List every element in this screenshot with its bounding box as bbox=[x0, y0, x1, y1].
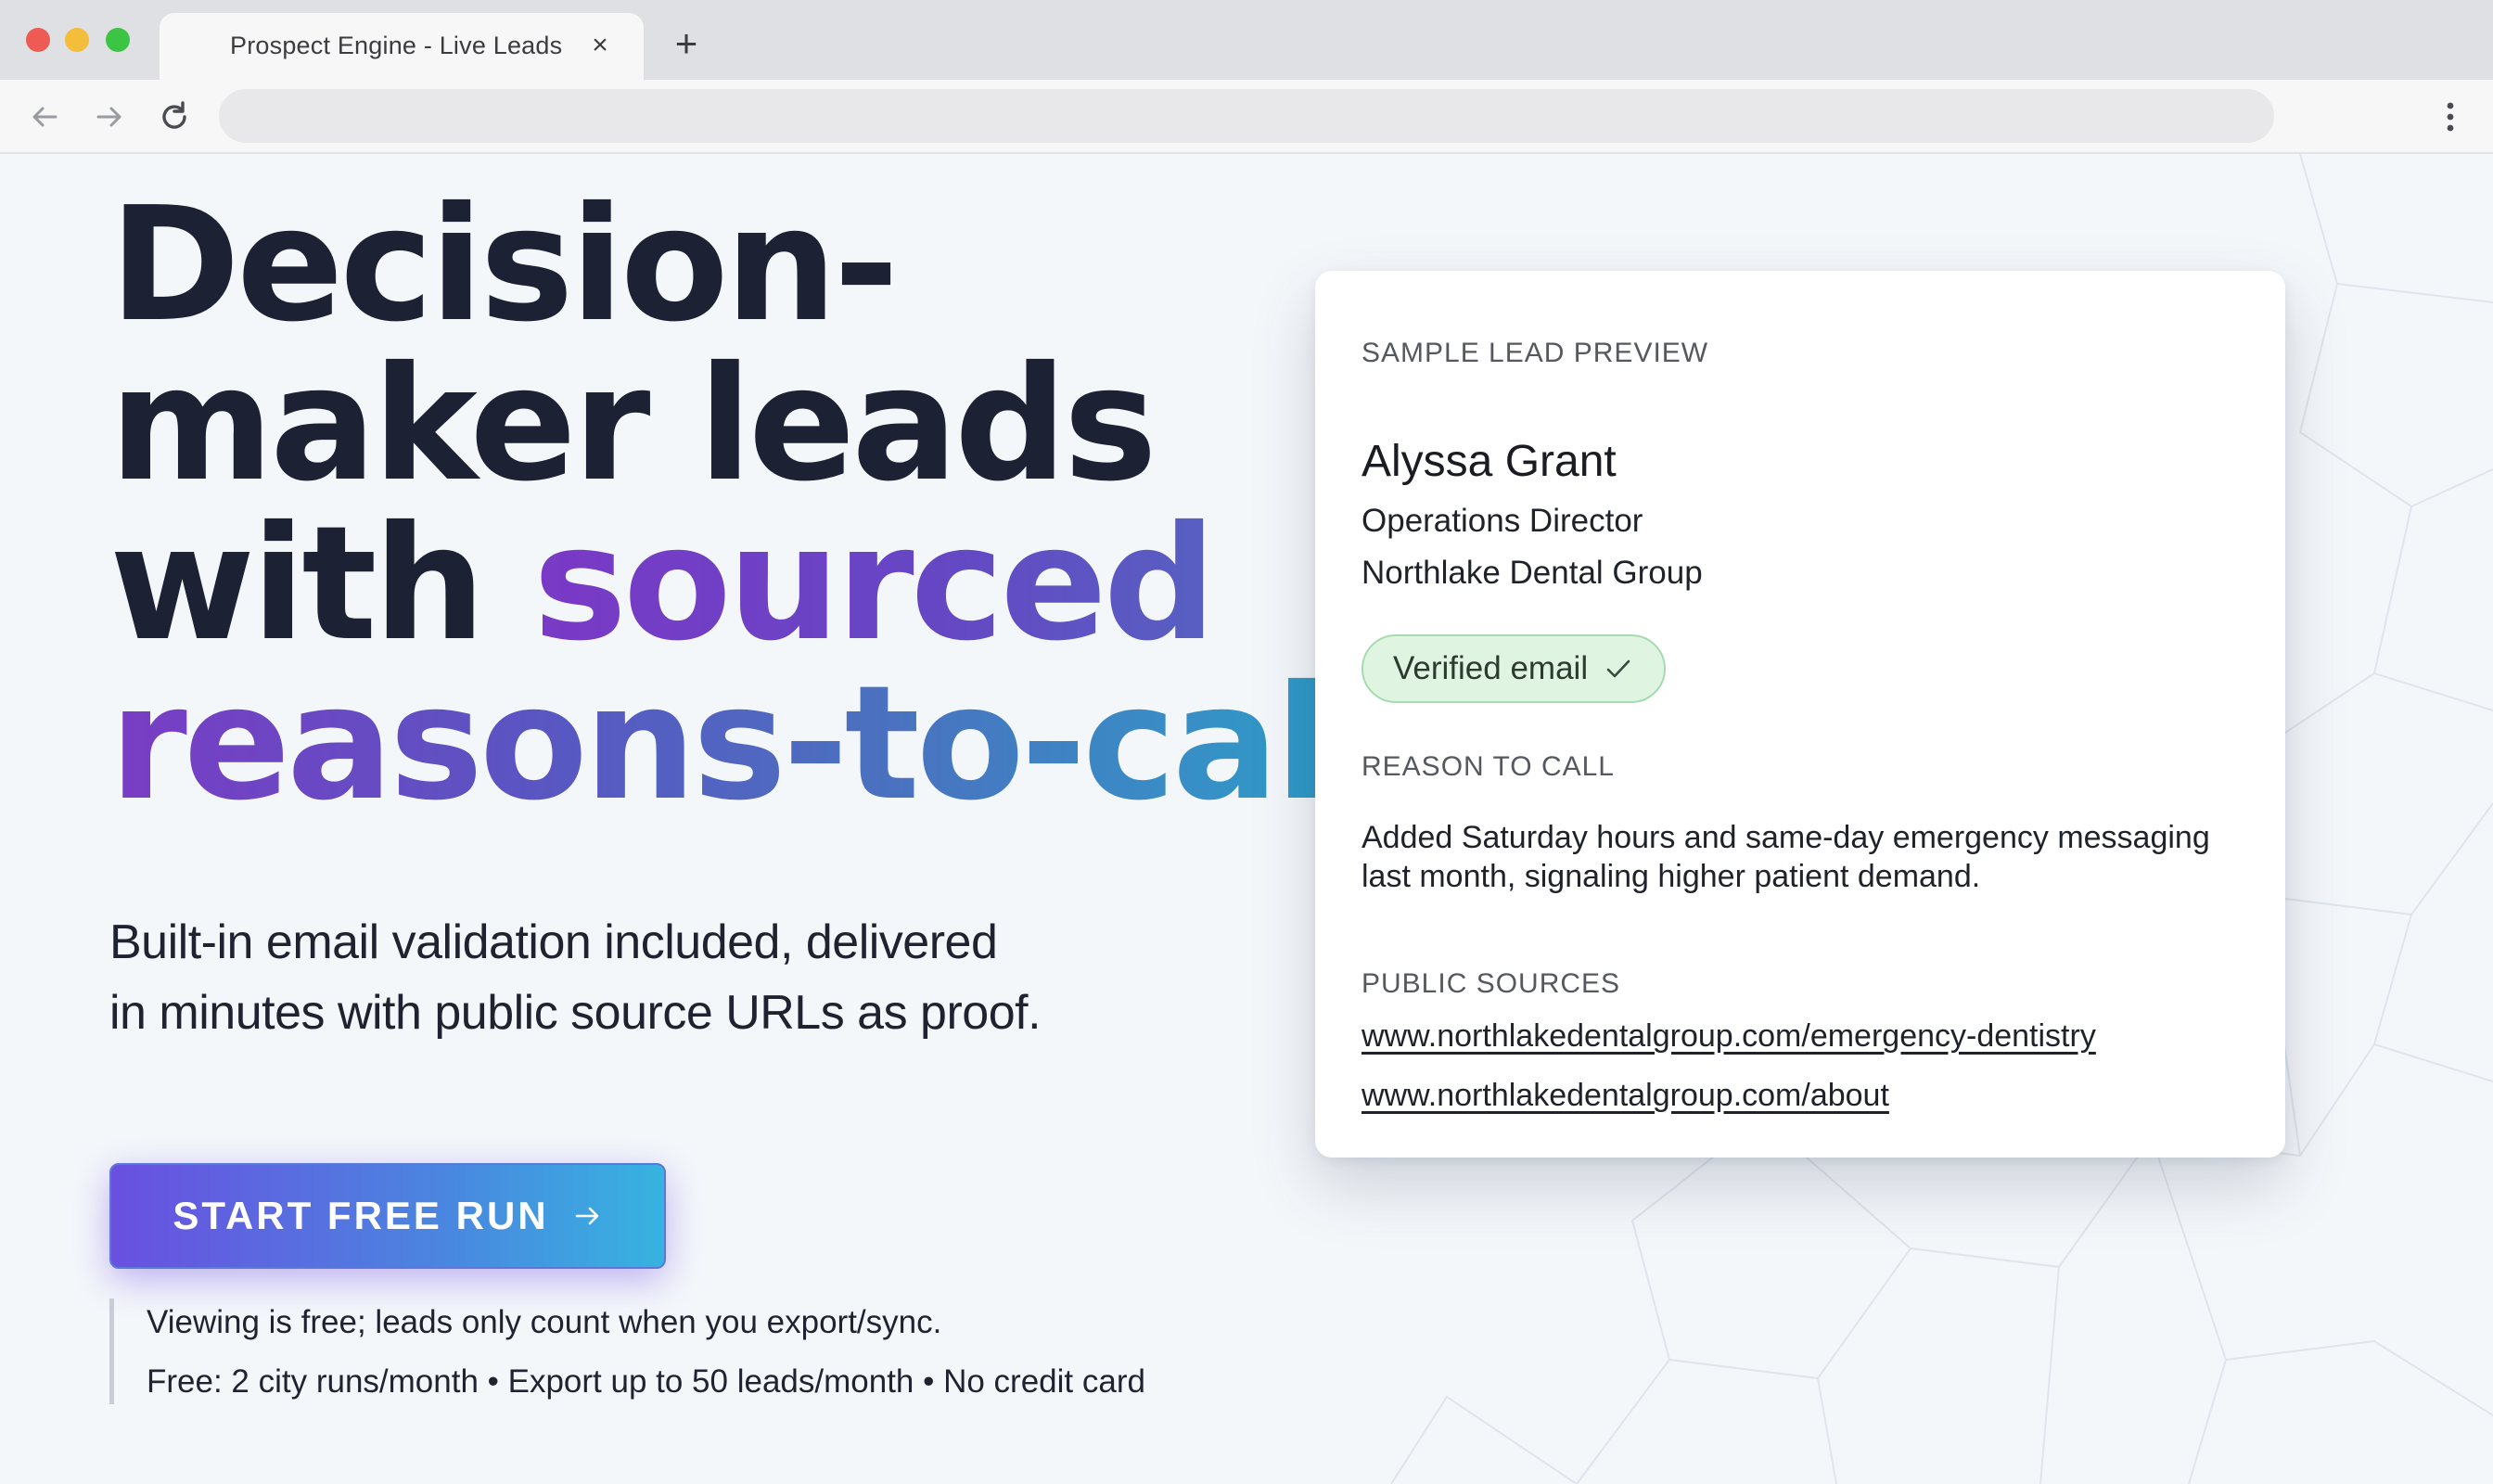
lead-role: Operations Director bbox=[1362, 503, 1643, 539]
headline-line-2: maker leads bbox=[109, 333, 1157, 517]
browser-tab-active[interactable]: Prospect Engine - Live Leads × bbox=[160, 13, 644, 80]
hero-headline: Decision- maker leads with sourced reaso… bbox=[109, 173, 1379, 836]
subtitle-line-1: Built-in email validation included, deli… bbox=[109, 915, 998, 969]
headline-line-1: Decision- bbox=[109, 173, 899, 357]
reload-icon[interactable] bbox=[156, 98, 193, 135]
sources-header: PUBLIC SOURCES bbox=[1362, 968, 1621, 999]
reason-text: Added Saturday hours and same-day emerge… bbox=[1362, 820, 2210, 894]
sample-lead-card: SAMPLE LEAD PREVIEW Alyssa Grant Operati… bbox=[1315, 271, 2285, 1158]
badge-label: Verified email bbox=[1393, 650, 1589, 686]
headline-line-3: with sourced bbox=[109, 505, 1315, 664]
browser-toolbar bbox=[0, 80, 2493, 154]
headline-line-4: reasons-to-call bbox=[109, 652, 1379, 836]
source-link-emergency-dentistry[interactable]: www.northlakedentalgroup.com/emergency-d… bbox=[1362, 1018, 2096, 1055]
pricing-note-free-plan: Free: 2 city runs/month • Export up to 5… bbox=[147, 1363, 1145, 1400]
lead-name: Alyssa Grant bbox=[1362, 437, 1617, 486]
maximize-window-button[interactable] bbox=[106, 28, 130, 52]
headline-accent-text: sourced bbox=[532, 493, 1217, 676]
card-header: SAMPLE LEAD PREVIEW bbox=[1362, 338, 1709, 368]
close-window-button[interactable] bbox=[26, 28, 50, 52]
headline-plain-text: with bbox=[109, 493, 533, 676]
tab-close-icon[interactable]: × bbox=[586, 32, 614, 59]
pricing-note-viewing: Viewing is free; leads only count when y… bbox=[147, 1304, 942, 1340]
back-arrow-icon[interactable] bbox=[26, 98, 63, 135]
lead-company: Northlake Dental Group bbox=[1362, 555, 1703, 591]
subtitle-line-2: in minutes with public source URLs as pr… bbox=[109, 986, 1042, 1040]
landing-page: Decision- maker leads with sourced reaso… bbox=[0, 154, 2493, 1484]
browser-tab-bar: Prospect Engine - Live Leads × + bbox=[0, 0, 2493, 80]
kebab-menu-icon[interactable] bbox=[2432, 96, 2469, 137]
arrow-right-icon bbox=[575, 1207, 598, 1225]
hero-subtitle: Built-in email validation included, deli… bbox=[109, 907, 1130, 1048]
new-tab-button[interactable]: + bbox=[670, 24, 703, 63]
address-bar[interactable] bbox=[219, 89, 2274, 143]
verified-email-badge: Verified email bbox=[1362, 634, 1667, 703]
source-link-about[interactable]: www.northlakedentalgroup.com/about bbox=[1362, 1078, 1889, 1114]
checkmark-icon bbox=[1606, 659, 1630, 678]
minimize-window-button[interactable] bbox=[65, 28, 89, 52]
start-free-run-button[interactable]: START FREE RUN bbox=[109, 1163, 666, 1269]
reason-header: REASON TO CALL bbox=[1362, 751, 1615, 782]
note-divider bbox=[109, 1298, 114, 1404]
cta-label: START FREE RUN bbox=[173, 1194, 549, 1237]
forward-arrow-icon[interactable] bbox=[91, 98, 128, 135]
tab-title: Prospect Engine - Live Leads bbox=[230, 32, 563, 59]
